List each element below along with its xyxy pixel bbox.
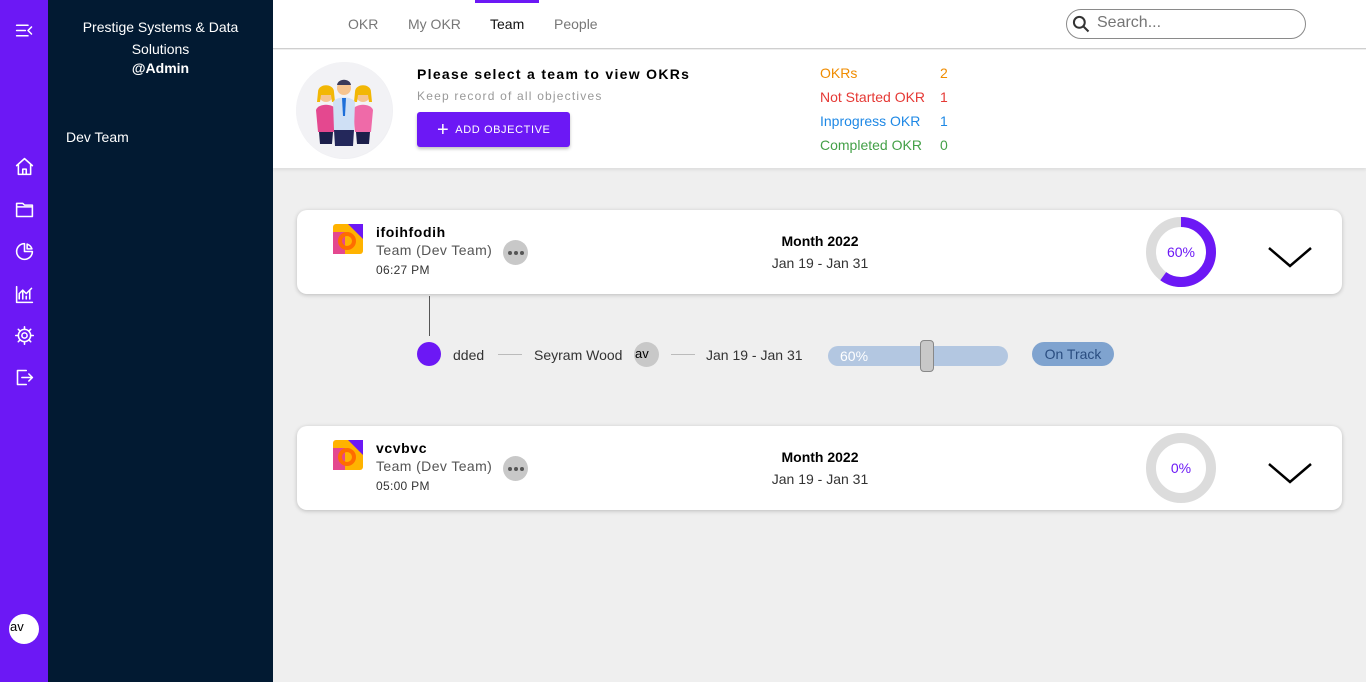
more-options-icon[interactable] (503, 456, 528, 481)
tab-team[interactable]: Team (490, 16, 524, 32)
objective-team: Team (Dev Team) (376, 458, 493, 474)
chevron-down-icon[interactable] (1267, 460, 1313, 486)
sidebar-item-dev-team[interactable]: Dev Team (66, 129, 129, 145)
user-role: @Admin (131, 60, 190, 76)
objective-name: ifoihfodih (376, 224, 446, 240)
objective-logo-icon (333, 224, 363, 254)
objective-time: 06:27 PM (376, 263, 430, 277)
folder-icon[interactable] (12, 197, 36, 221)
stat-completed: Completed OKR 0 (820, 137, 948, 153)
objective-name: vcvbvc (376, 440, 428, 456)
progress-slider-handle[interactable] (920, 340, 934, 372)
key-result-name[interactable]: dded (453, 347, 484, 363)
stat-completed-value: 0 (940, 137, 948, 153)
tab-people[interactable]: People (554, 16, 598, 32)
more-options-icon[interactable] (503, 240, 528, 265)
chevron-down-icon[interactable] (1267, 244, 1313, 270)
objective-period: Month 2022 (781, 449, 859, 465)
stat-not-started-value: 1 (940, 89, 948, 105)
objective-date-range: Jan 19 - Jan 31 (771, 471, 869, 487)
stat-not-started: Not Started OKR 1 (820, 89, 948, 105)
key-result-date-range: Jan 19 - Jan 31 (706, 347, 803, 363)
objective-time: 05:00 PM (376, 479, 430, 493)
key-result-dot (417, 342, 441, 366)
search-input[interactable] (1097, 14, 1297, 32)
page-subtitle: Keep record of all objectives (417, 89, 603, 103)
logout-icon[interactable] (12, 365, 36, 389)
team-illustration (296, 62, 393, 159)
menu-collapse-icon[interactable] (12, 18, 36, 42)
objective-period: Month 2022 (781, 233, 859, 249)
plus-icon: + (437, 118, 450, 141)
add-objective-label: ADD OBJECTIVE (455, 123, 551, 136)
search-icon (1072, 15, 1090, 33)
stat-inprogress-value: 1 (940, 113, 948, 129)
page-title: Please select a team to view OKRs (417, 66, 691, 82)
stat-inprogress: Inprogress OKR 1 (820, 113, 948, 129)
okr-header-panel: Please select a team to view OKRs Keep r… (273, 50, 1366, 168)
icon-rail: av (0, 0, 48, 682)
progress-percent: 0% (1170, 460, 1192, 476)
key-result-connector (429, 296, 430, 336)
objective-team: Team (Dev Team) (376, 242, 493, 258)
progress-percent: 60% (1166, 244, 1196, 260)
pie-chart-icon[interactable] (12, 239, 36, 263)
stat-okrs-value: 2 (940, 65, 948, 81)
top-navigation: OKR My OKR Team People (273, 0, 1366, 49)
divider (671, 354, 695, 355)
owner-avatar: av (634, 342, 659, 367)
objective-logo-icon (333, 440, 363, 470)
analytics-icon[interactable] (12, 282, 36, 306)
add-objective-button[interactable]: + ADD OBJECTIVE (417, 112, 570, 147)
search-box (1066, 9, 1306, 39)
tab-okr[interactable]: OKR (348, 16, 378, 32)
key-result-progress-label: 60% (840, 348, 869, 364)
organization-name: Prestige Systems & Data Solutions (82, 19, 239, 57)
tab-my-okr[interactable]: My OKR (408, 16, 461, 32)
divider (498, 354, 522, 355)
home-icon[interactable] (12, 154, 36, 178)
settings-icon[interactable] (12, 323, 36, 347)
stat-okrs: OKRs 2 (820, 65, 948, 81)
objective-card[interactable]: ifoihfodih Team (Dev Team) 06:27 PM Mont… (297, 210, 1342, 294)
key-result-owner: Seyram Wood (534, 347, 623, 363)
team-sidebar: Prestige Systems & Data Solutions @Admin… (48, 0, 273, 682)
objective-card[interactable]: vcvbvc Team (Dev Team) 05:00 PM Month 20… (297, 426, 1342, 510)
user-avatar[interactable]: av (9, 614, 39, 644)
active-tab-indicator (475, 0, 539, 3)
objective-date-range: Jan 19 - Jan 31 (771, 255, 869, 271)
status-badge[interactable]: On Track (1032, 342, 1114, 366)
key-result-progress-bar[interactable]: 60% (828, 346, 1008, 366)
